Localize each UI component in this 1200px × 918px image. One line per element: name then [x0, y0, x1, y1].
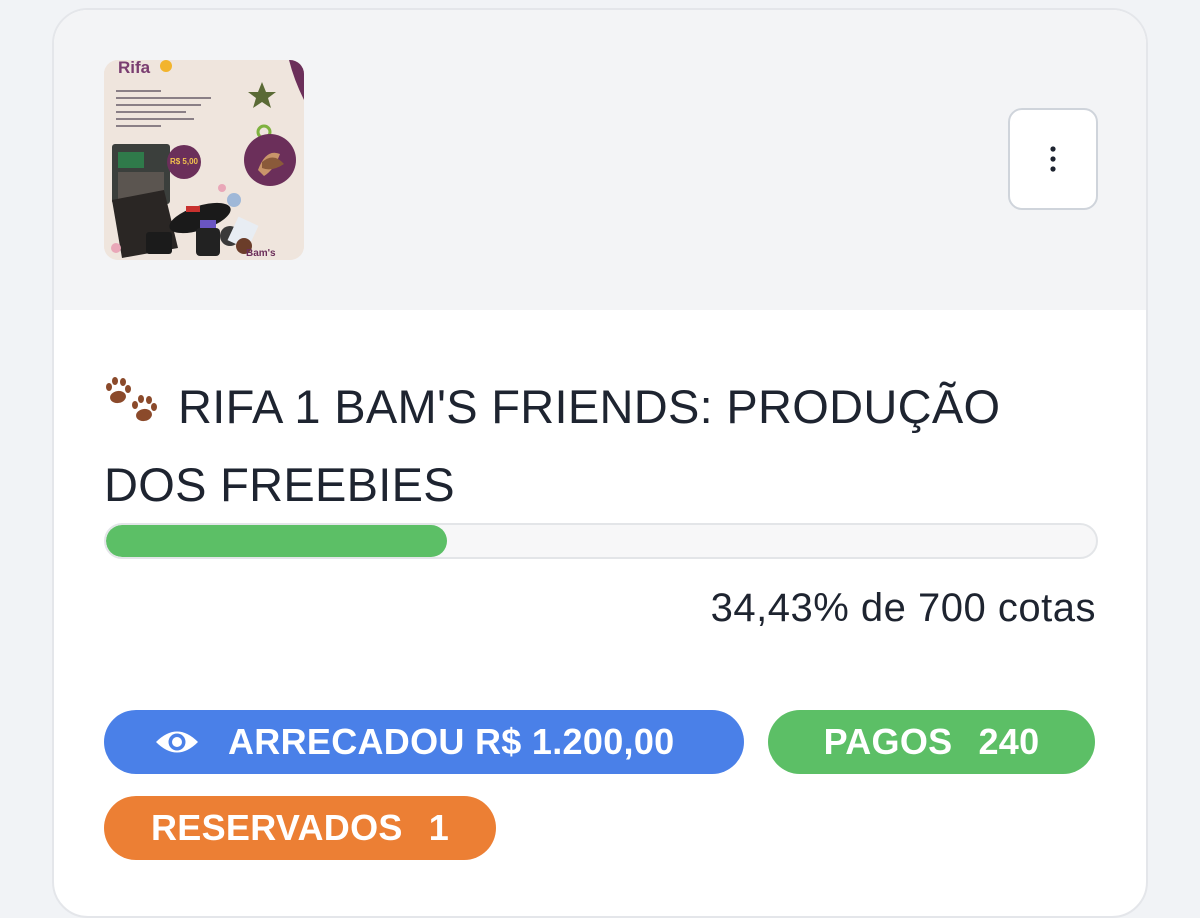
raffle-title-text: RIFA 1 BAM'S FRIENDS: PRODUÇÃO DOS FREEB… [104, 380, 1001, 511]
poster-brand: Bam's [246, 248, 276, 259]
reserved-count: 1 [428, 807, 450, 848]
paid-label: PAGOS [823, 721, 953, 762]
paid-badge: PAGOS 240 [768, 710, 1095, 774]
card-header: Rifa R$ 5,00 Bam's [54, 10, 1146, 310]
progress-fill [106, 525, 447, 557]
reserved-label: RESERVADOS [150, 807, 403, 848]
raffle-poster-image: Rifa R$ 5,00 Bam's [104, 60, 304, 260]
raised-amount-label: ARRECADOU R$ 1.200,00 [228, 721, 675, 762]
sales-progress-bar [104, 523, 1098, 559]
raffle-title[interactable]: RIFA 1 BAM'S FRIENDS: PRODUÇÃO DOS FREEB… [104, 368, 1094, 524]
poster-price: R$ 5,00 [170, 157, 199, 166]
poster-heading: Rifa [118, 60, 151, 77]
raised-amount-badge[interactable]: ARRECADOU R$ 1.200,00 [104, 710, 744, 774]
kebab-menu-icon [1050, 146, 1056, 172]
paid-count: 240 [978, 721, 1040, 762]
progress-label: 34,43% de 700 cotas [710, 586, 1096, 630]
raffle-thumbnail[interactable]: Rifa R$ 5,00 Bam's [104, 60, 304, 260]
paw-prints-icon [106, 377, 157, 422]
raffle-card: Rifa R$ 5,00 Bam's RIFA 1 BAM'S FRIENDS:… [52, 8, 1148, 918]
more-options-button[interactable] [1008, 108, 1098, 210]
reserved-badge: RESERVADOS 1 [104, 796, 496, 860]
eye-icon [156, 731, 198, 753]
